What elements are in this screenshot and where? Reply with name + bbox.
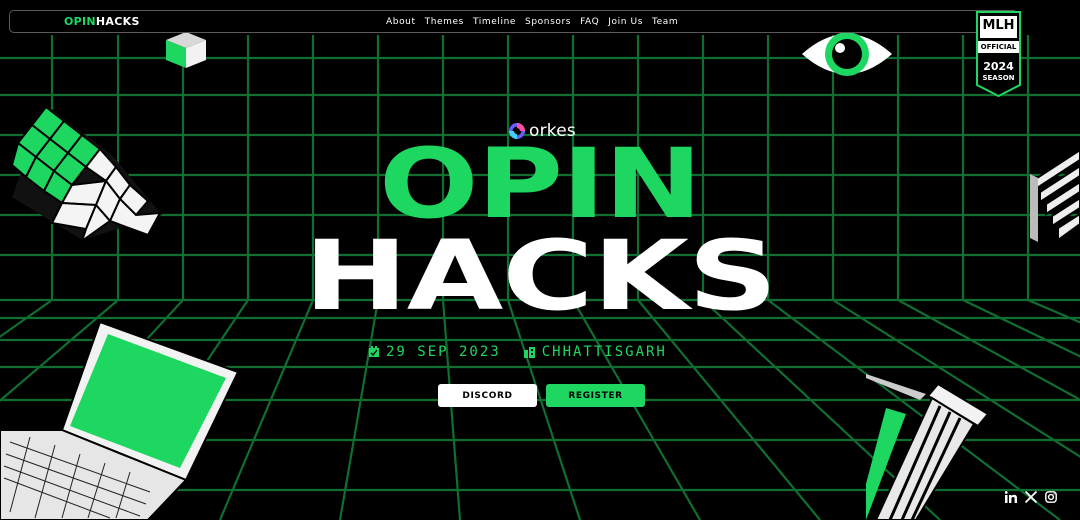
nav-item-about[interactable]: About <box>386 17 416 27</box>
nav-item-themes[interactable]: Themes <box>425 17 464 27</box>
discord-button[interactable]: DISCORD <box>438 384 537 407</box>
hero-title-line1: OPIN <box>378 128 702 240</box>
calendar-icon <box>369 346 379 357</box>
nav-item-team[interactable]: Team <box>652 17 678 27</box>
mlh-badge-bottom: SEASON <box>982 74 1015 82</box>
nav-item-join-us[interactable]: Join Us <box>608 17 643 27</box>
mlh-badge[interactable]: MLH OFFICIAL 2024 SEASON <box>976 11 1021 98</box>
instagram-icon[interactable] <box>1045 488 1057 503</box>
event-date: 29 SEP 2023 <box>386 344 501 360</box>
register-button[interactable]: REGISTER <box>546 384 645 407</box>
x-icon[interactable] <box>1024 488 1038 504</box>
nav-item-faq[interactable]: FAQ <box>580 17 599 27</box>
hero-section: orkes OPIN HACKS 29 SEP 2023 CHHATTISGAR… <box>0 0 1080 520</box>
logo-text-green: OPIN <box>64 15 96 28</box>
mlh-badge-top: MLH <box>982 18 1015 33</box>
social-links <box>1004 488 1057 504</box>
location-building-icon <box>523 347 535 358</box>
nav-item-timeline[interactable]: Timeline <box>473 17 516 27</box>
event-location: CHHATTISGARH <box>541 344 667 360</box>
nav-item-sponsors[interactable]: Sponsors <box>525 17 571 27</box>
hero-title-line2: HACKS <box>303 220 778 332</box>
navbar: OPINHACKS About Themes Timeline Sponsors… <box>9 10 1018 33</box>
mlh-badge-year: 2024 <box>983 60 1014 73</box>
linkedin-icon[interactable] <box>1004 488 1017 503</box>
mlh-badge-middle: OFFICIAL <box>980 43 1017 51</box>
site-logo[interactable]: OPINHACKS <box>64 15 140 28</box>
event-info: 29 SEP 2023 CHHATTISGARH <box>368 344 667 360</box>
logo-text-white: HACKS <box>95 15 140 28</box>
nav-menu: About Themes Timeline Sponsors FAQ Join … <box>386 17 678 27</box>
